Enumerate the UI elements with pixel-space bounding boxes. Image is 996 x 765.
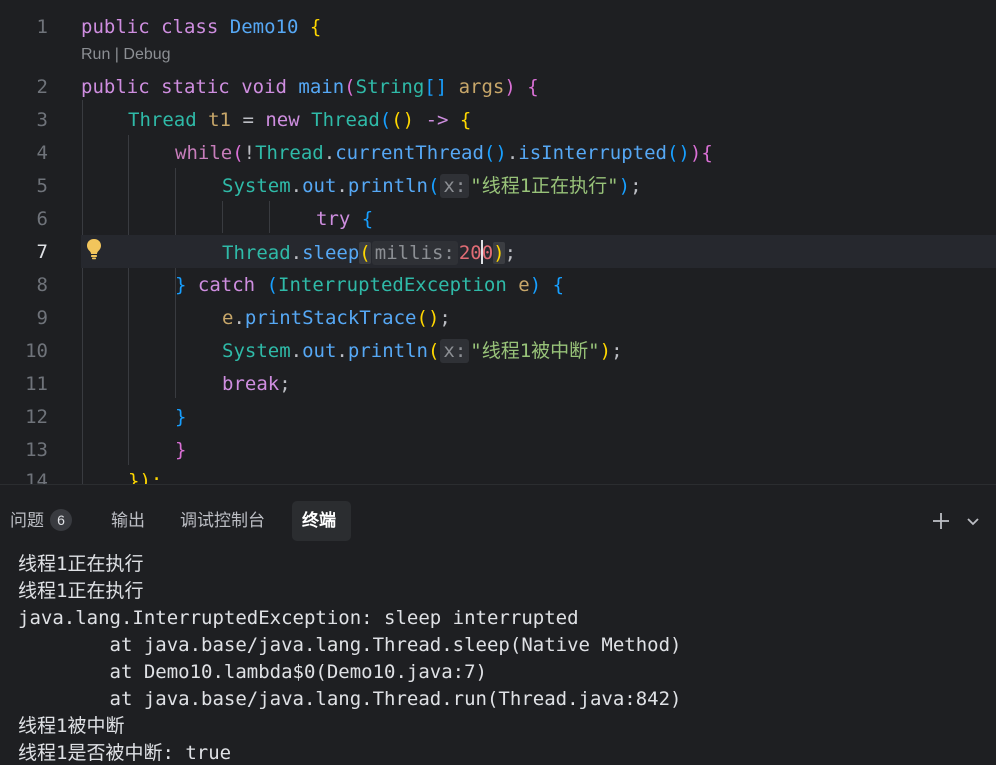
line-number: 4 [36, 142, 48, 164]
code-line[interactable]: 4 while(!Thread.currentThread().isInterr… [0, 136, 996, 169]
line-number: 9 [36, 307, 48, 329]
code-line[interactable]: 12 } [0, 400, 996, 433]
code-line[interactable]: 2 public static void main(String[] args)… [0, 70, 996, 103]
terminal-line: 线程1被中断 [18, 715, 125, 737]
chevron-down-icon[interactable] [964, 509, 982, 533]
code-text: } [175, 406, 187, 428]
code-text: public static void main(String[] args) { [81, 76, 539, 98]
code-text: Thread t1 = new Thread(() -> { [128, 109, 472, 131]
code-line-current[interactable]: 7 Thread.sleep(millis: 200); [0, 235, 996, 268]
code-editor[interactable]: 1 public class Demo10 { Run | Debug 2 pu… [0, 0, 996, 484]
code-text: Thread.sleep(millis: 200); [222, 240, 517, 265]
line-number: 3 [36, 109, 48, 131]
tab-label: 输出 [111, 511, 145, 530]
line-number: 1 [36, 16, 48, 38]
terminal-line: 线程1正在执行 [18, 580, 144, 602]
line-number: 6 [36, 208, 48, 230]
code-line[interactable]: 3 Thread t1 = new Thread(() -> { [0, 103, 996, 136]
code-text: System.out.println(x: "线程1被中断"); [222, 339, 623, 363]
terminal-line: 线程1正在执行 [18, 553, 144, 575]
terminal-line: at java.base/java.lang.Thread.sleep(Nati… [18, 634, 682, 656]
tab-label: 终端 [302, 511, 336, 530]
line-number: 8 [36, 274, 48, 296]
plus-icon[interactable] [930, 509, 952, 533]
line-number: 11 [25, 373, 48, 395]
terminal-line: java.lang.InterruptedException: sleep in… [18, 607, 579, 629]
code-line[interactable]: 9 e.printStackTrace(); [0, 301, 996, 334]
code-text: }); [128, 470, 163, 484]
code-line[interactable]: 5 System.out.println(x: "线程1正在执行"); [0, 169, 996, 202]
code-line[interactable]: 8 } catch (InterruptedException e) { [0, 268, 996, 301]
parameter-hint: x: [440, 339, 470, 363]
tab-terminal[interactable]: 终端 [292, 501, 351, 541]
tab-label: 调试控制台 [180, 511, 265, 530]
terminal-line: at Demo10.lambda$0(Demo10.java:7) [18, 661, 488, 683]
line-number: 10 [25, 340, 48, 362]
code-line[interactable]: 14 }); [0, 464, 996, 484]
line-number: 7 [36, 241, 48, 263]
lightbulb-icon[interactable] [85, 238, 103, 260]
terminal-output[interactable]: 线程1正在执行 线程1正在执行 java.lang.InterruptedExc… [18, 551, 988, 765]
parameter-hint: millis: [371, 241, 458, 265]
code-text: public class Demo10 { [81, 16, 322, 38]
code-line[interactable]: 11 break; [0, 367, 996, 400]
tab-output[interactable]: 输出 [101, 501, 155, 541]
line-number: 14 [25, 470, 48, 484]
tab-problems[interactable]: 问题 6 [0, 501, 82, 541]
code-line[interactable]: 6 try { [0, 202, 996, 235]
tab-debug-console[interactable]: 调试控制台 [170, 501, 275, 541]
bottom-panel: 问题 6 输出 调试控制台 终端 线程1正在执行 线程1正在执行 java.lan… [0, 484, 996, 765]
code-text: break; [222, 373, 291, 395]
parameter-hint: x: [440, 174, 470, 198]
code-line[interactable]: 1 public class Demo10 { [0, 10, 996, 43]
code-text: while(!Thread.currentThread().isInterrup… [175, 142, 713, 164]
code-text: e.printStackTrace(); [222, 307, 451, 329]
panel-tab-bar: 问题 6 输出 调试控制台 终端 [0, 485, 996, 551]
line-number: 2 [36, 76, 48, 98]
line-number: 13 [25, 439, 48, 461]
code-line[interactable]: 13 } [0, 433, 996, 466]
line-number: 12 [25, 406, 48, 428]
terminal-line: at java.base/java.lang.Thread.run(Thread… [18, 688, 682, 710]
code-line[interactable]: 10 System.out.println(x: "线程1被中断"); [0, 334, 996, 367]
terminal-line: 线程1是否被中断: true [18, 742, 232, 764]
code-text: System.out.println(x: "线程1正在执行"); [222, 174, 642, 198]
codelens-run-debug[interactable]: Run | Debug [81, 46, 171, 64]
code-text: } [175, 439, 187, 461]
tab-label: 问题 [10, 511, 44, 530]
code-text: try { [316, 208, 374, 230]
code-text: } catch (InterruptedException e) { [175, 274, 565, 296]
line-number: 5 [36, 175, 48, 197]
current-line-highlight [81, 235, 996, 268]
problems-count-badge: 6 [50, 509, 72, 531]
